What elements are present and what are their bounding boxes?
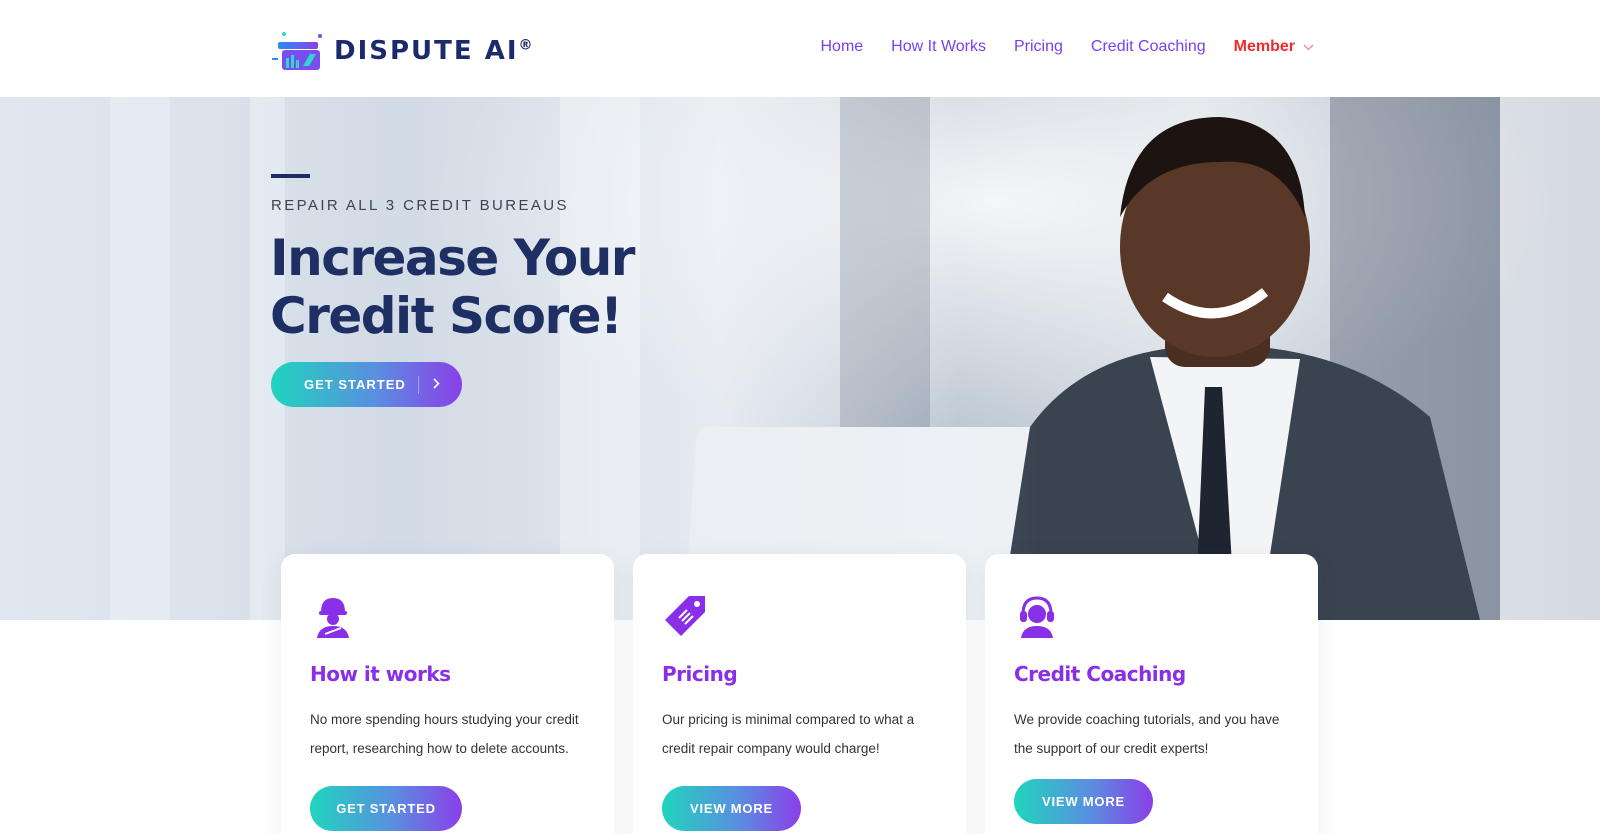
headset-support-icon — [1015, 594, 1059, 638]
get-started-button[interactable]: GET STARTED — [310, 786, 462, 831]
hero-kicker: REPAIR ALL 3 CREDIT BUREAUS — [271, 197, 569, 214]
nav-home[interactable]: Home — [820, 38, 863, 56]
worker-helmet-icon — [311, 594, 355, 638]
logo[interactable]: DISPUTE AI® — [270, 28, 535, 74]
card-description: We provide coaching tutorials, and you h… — [1014, 712, 1280, 756]
chevron-right-icon — [433, 377, 440, 392]
hero-get-started-button[interactable]: GET STARTED — [271, 362, 462, 407]
nav-member-label: Member — [1233, 38, 1295, 55]
main-nav: Home How It Works Pricing Credit Coachin… — [820, 38, 1314, 56]
card-title: Pricing — [662, 662, 738, 686]
registered-mark: ® — [518, 37, 535, 54]
card-description: No more spending hours studying your cre… — [310, 712, 579, 756]
nav-member-dropdown[interactable]: Member — [1234, 38, 1314, 56]
logo-icon — [270, 28, 328, 74]
price-tag-icon — [663, 594, 707, 638]
card-title: Credit Coaching — [1014, 662, 1186, 686]
view-more-button[interactable]: VIEW MORE — [662, 786, 801, 831]
card-description: Our pricing is minimal compared to what … — [662, 712, 915, 756]
card-how-it-works: How it works No more spending hours stud… — [281, 554, 614, 834]
hero-section: REPAIR ALL 3 CREDIT BUREAUS Increase You… — [0, 97, 1600, 620]
card-title: How it works — [310, 662, 451, 686]
logo-text: DISPUTE AI — [334, 36, 519, 66]
button-divider — [417, 375, 419, 394]
view-more-button[interactable]: VIEW MORE — [1014, 779, 1153, 824]
chevron-down-icon — [1303, 40, 1314, 54]
nav-credit-coaching[interactable]: Credit Coaching — [1091, 38, 1206, 56]
nav-how-it-works[interactable]: How It Works — [891, 38, 986, 56]
hero-background-image — [0, 97, 1600, 620]
hero-title: Increase Your Credit Score! — [270, 229, 635, 345]
hero-button-label: GET STARTED — [304, 377, 406, 392]
card-credit-coaching: Credit Coaching We provide coaching tuto… — [985, 554, 1318, 834]
hero-accent-bar — [271, 174, 310, 178]
site-header: DISPUTE AI® Home How It Works Pricing Cr… — [0, 0, 1600, 97]
card-pricing: Pricing Our pricing is minimal compared … — [633, 554, 966, 834]
nav-pricing[interactable]: Pricing — [1014, 38, 1063, 56]
